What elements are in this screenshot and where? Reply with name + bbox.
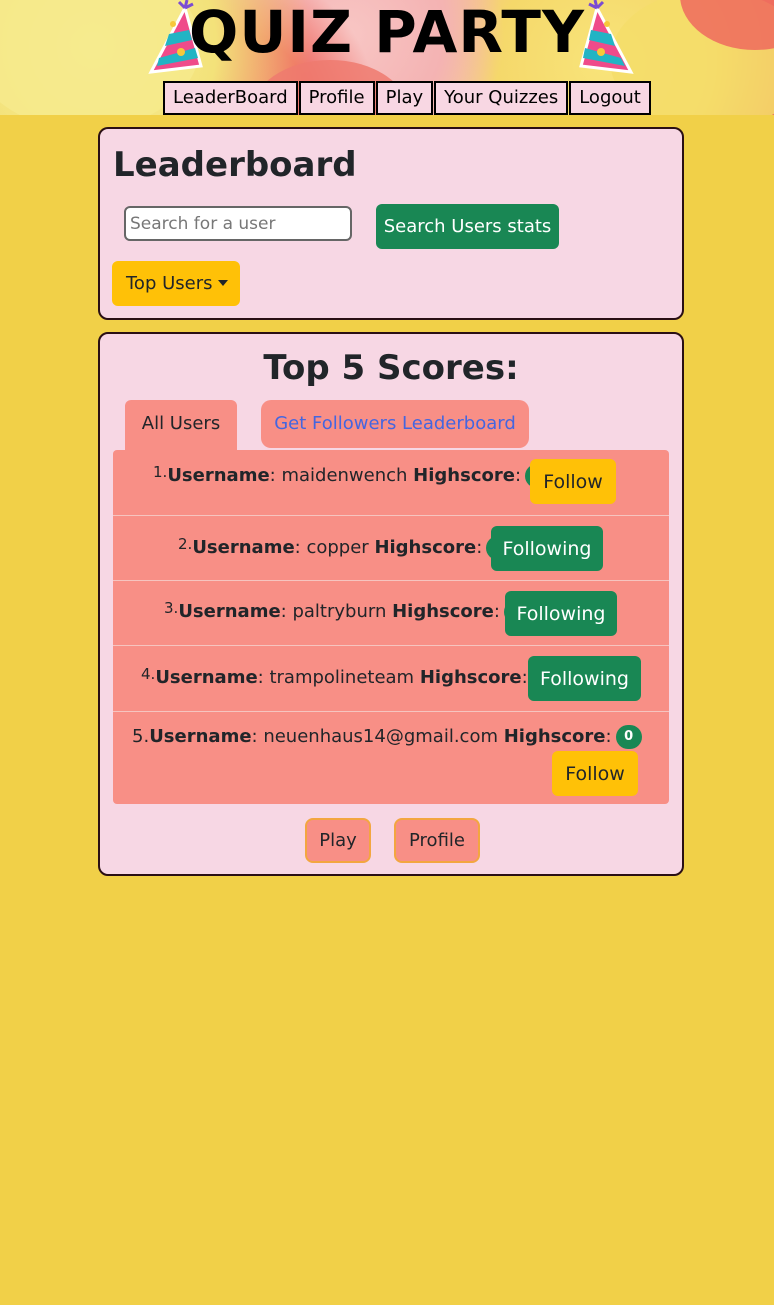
rank-number: 2. <box>178 535 193 553</box>
follow-button[interactable]: Follow <box>530 459 616 504</box>
username-label: Username <box>178 601 281 622</box>
username-label: Username <box>167 465 270 486</box>
nav-your-quizzes[interactable]: Your Quizzes <box>434 81 569 115</box>
list-item: 2.Username: copper Highscore:2 Following <box>113 515 669 580</box>
list-item: 4.Username: trampolineteam Highscore:1 F… <box>113 645 669 711</box>
following-button[interactable]: Following <box>528 656 641 701</box>
list-item: 3.Username: paltryburn Highscore:2 Follo… <box>113 580 669 645</box>
leaderboard-title: Leaderboard <box>113 145 357 185</box>
main-nav: LeaderBoard Profile Play Your Quizzes Lo… <box>163 81 652 115</box>
top-scores-title: Top 5 Scores: <box>263 348 519 388</box>
tab-followers-leaderboard[interactable]: Get Followers Leaderboard <box>261 400 529 448</box>
caret-down-icon <box>217 280 228 286</box>
username-label: Username <box>149 726 252 747</box>
site-title: QUIZ PARTY <box>189 0 585 66</box>
following-button[interactable]: Following <box>491 526 603 571</box>
rank-number: 3. <box>164 599 179 617</box>
leaderboard-search-card: Leaderboard Search Users stats Top Users <box>98 127 684 320</box>
follow-button[interactable]: Follow <box>552 751 638 796</box>
nav-leaderboard[interactable]: LeaderBoard <box>163 81 298 115</box>
search-users-stats-button[interactable]: Search Users stats <box>376 204 559 249</box>
username-value: neuenhaus14@gmail.com <box>263 726 498 747</box>
score-entry-text: 2.Username: copper Highscore:2 <box>178 535 513 560</box>
username-value: copper <box>306 537 369 558</box>
username-value: trampolineteam <box>269 667 415 688</box>
rank-number: 5. <box>132 726 150 747</box>
nav-profile[interactable]: Profile <box>298 81 375 115</box>
list-item: 5.Username: neuenhaus14@gmail.com Highsc… <box>113 711 669 804</box>
top-scores-card: Top 5 Scores: All Users Get Followers Le… <box>98 332 684 876</box>
score-entry-text: 1.Username: maidenwench Highscore:2 <box>153 463 552 488</box>
highscore-badge: 0 <box>615 725 642 749</box>
tab-all-users[interactable]: All Users <box>125 400 237 450</box>
rank-number: 4. <box>141 665 156 683</box>
nav-play[interactable]: Play <box>375 81 434 115</box>
username-label: Username <box>155 667 258 688</box>
top-users-dropdown-label: Top Users <box>126 273 213 294</box>
top-users-dropdown[interactable]: Top Users <box>112 261 240 306</box>
highscore-label: Highscore <box>419 667 522 688</box>
score-entry-text: 5.Username: neuenhaus14@gmail.com Highsc… <box>132 725 642 749</box>
highscore-label: Highscore <box>413 465 515 486</box>
score-entry-text: 4.Username: trampolineteam Highscore:1 <box>141 665 558 690</box>
user-search-input[interactable] <box>124 206 352 241</box>
score-entry-text: 3.Username: paltryburn Highscore:2 <box>164 599 530 624</box>
nav-logout[interactable]: Logout <box>569 81 651 115</box>
username-value: paltryburn <box>292 601 387 622</box>
play-button[interactable]: Play <box>305 818 371 863</box>
username-label: Username <box>192 537 295 558</box>
rank-number: 1. <box>153 463 168 481</box>
profile-button[interactable]: Profile <box>394 818 480 863</box>
highscore-label: Highscore <box>503 726 606 747</box>
scores-list: 1.Username: maidenwench Highscore:2 Foll… <box>113 450 669 804</box>
highscore-label: Highscore <box>374 537 477 558</box>
list-item: 1.Username: maidenwench Highscore:2 Foll… <box>113 450 669 515</box>
following-button[interactable]: Following <box>505 591 617 636</box>
header-banner: QUIZ PARTY LeaderBoard Profile Play Your… <box>0 0 774 115</box>
highscore-label: Highscore <box>392 601 494 622</box>
username-value: maidenwench <box>281 465 408 486</box>
